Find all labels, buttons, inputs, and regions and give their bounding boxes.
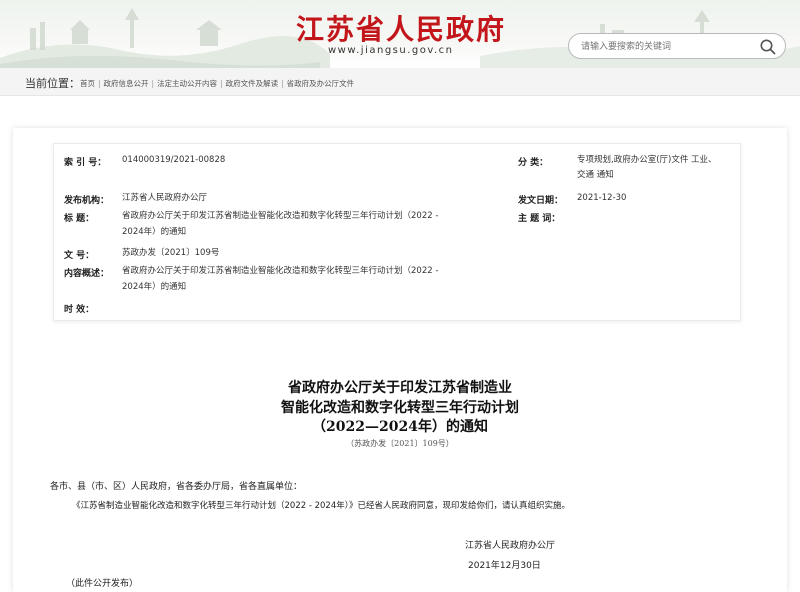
document-title-line-2: 智能化改造和数字化转型三年行动计划 bbox=[281, 400, 519, 416]
breadcrumb-item-provincial-docs[interactable]: 省政府及办公厅文件 bbox=[287, 78, 355, 89]
meta-category-value-2: 交通 通知 bbox=[577, 170, 614, 180]
meta-issuer-label: 发布机构： bbox=[64, 196, 110, 206]
document-body-paragraph: 《江苏省制造业智能化改造和数字化转型三年行动计划（2022 - 2024年）》已… bbox=[72, 501, 570, 511]
search-input[interactable] bbox=[581, 38, 751, 55]
breadcrumb: 首页 | 政府信息公开 | 法定主动公开内容 | 政府文件及解读 | 省政府及办公厅文件 bbox=[80, 78, 354, 89]
meta-category-label: 分 类： bbox=[518, 158, 549, 168]
breadcrumb-separator: | bbox=[281, 79, 284, 88]
signature-date: 2021年12月30日 bbox=[468, 561, 541, 571]
signature-organization: 江苏省人民政府办公厅 bbox=[465, 541, 556, 551]
meta-index-value: 014000319/2021-00828 bbox=[122, 155, 226, 165]
breadcrumb-home[interactable]: 首页 bbox=[80, 78, 95, 89]
document-title-line-3: （2022—2024年）的通知 bbox=[312, 419, 488, 435]
meta-title-value-1: 省政府办公厅关于印发江苏省制造业智能化改造和数字化转型三年行动计划（2022 - bbox=[122, 211, 439, 221]
meta-index-label: 索 引 号： bbox=[64, 158, 107, 168]
meta-category-value-1: 专项规划,政府办公室(厅)文件 工业、 bbox=[577, 155, 717, 165]
document-number: （苏政办发〔2021〕109号） bbox=[346, 439, 454, 448]
meta-validity-label: 时 效： bbox=[64, 305, 95, 315]
breadcrumb-bar: 当前位置： 首页 | 政府信息公开 | 法定主动公开内容 | 政府文件及解读 | 省政府及办公厅… bbox=[0, 68, 800, 96]
document-footnote: （此件公开发布） bbox=[66, 579, 139, 589]
meta-date-label: 发文日期： bbox=[518, 196, 564, 206]
breadcrumb-item-statutory-content[interactable]: 法定主动公开内容 bbox=[157, 78, 217, 89]
breadcrumb-label: 当前位置： bbox=[25, 77, 80, 90]
breadcrumb-separator: | bbox=[151, 79, 155, 88]
site-title[interactable]: 江苏省人民政府 bbox=[296, 8, 506, 48]
search-box[interactable] bbox=[568, 33, 786, 59]
document-addressee: 各市、县（市、区）人民政府，省各委办厅局，省各直属单位： bbox=[50, 482, 303, 492]
meta-title-value-2: 2024年）的通知 bbox=[122, 227, 187, 237]
meta-docno-label: 文 号： bbox=[64, 251, 95, 261]
meta-summary-label: 内容概述： bbox=[64, 269, 110, 279]
meta-summary-value-2: 2024年）的通知 bbox=[122, 282, 187, 292]
site-url: www.jiangsu.gov.cn bbox=[328, 45, 454, 56]
breadcrumb-separator: | bbox=[220, 79, 223, 88]
breadcrumb-separator: | bbox=[98, 79, 101, 88]
meta-date-value: 2021-12-30 bbox=[577, 193, 627, 203]
meta-subject-label: 主 题 词： bbox=[518, 214, 561, 224]
meta-summary-value-1: 省政府办公厅关于印发江苏省制造业智能化改造和数字化转型三年行动计划（2022 - bbox=[122, 266, 439, 276]
meta-title-label: 标 题： bbox=[64, 214, 95, 224]
document-title-line-1: 省政府办公厅关于印发江苏省制造业 bbox=[288, 380, 512, 396]
breadcrumb-item-info-disclosure[interactable]: 政府信息公开 bbox=[104, 78, 149, 89]
site-header: 江苏省人民政府 www.jiangsu.gov.cn bbox=[0, 0, 800, 68]
meta-issuer-value: 江苏省人民政府办公厅 bbox=[122, 193, 208, 203]
search-icon[interactable] bbox=[759, 38, 777, 56]
breadcrumb-item-policy-docs[interactable]: 政府文件及解读 bbox=[226, 78, 279, 89]
meta-docno-value: 苏政办发〔2021〕109号 bbox=[122, 248, 220, 258]
